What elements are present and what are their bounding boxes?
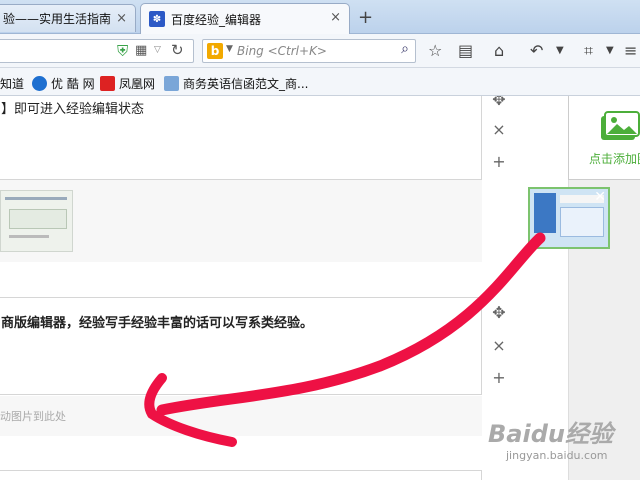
- search-engine-dropdown-icon[interactable]: ▼: [226, 44, 233, 54]
- crop-icon[interactable]: ⌗: [584, 42, 593, 60]
- ifeng-icon: [100, 76, 115, 91]
- baidu-paw-icon: ✽: [149, 11, 165, 27]
- watermark-url: jingyan.baidu.com: [506, 449, 608, 462]
- reading-list-icon[interactable]: ▤: [458, 42, 473, 60]
- image-drop-zone[interactable]: 动图片到此处: [0, 396, 482, 436]
- bookmark-business-english[interactable]: 商务英语信函范文_商...: [164, 75, 308, 92]
- tab-bar: 验——实用生活指南 × ✽ 百度经验_编辑器 × +: [0, 0, 640, 34]
- bookmark-zhidao[interactable]: 知道: [0, 75, 24, 92]
- page-icon: [164, 76, 179, 91]
- step-image-thumbnail[interactable]: [0, 190, 73, 252]
- close-icon[interactable]: ✕: [594, 189, 606, 205]
- delete-step-icon[interactable]: ×: [490, 336, 508, 355]
- bookmarks-bar: 知道 优 酷 网 凤凰网 商务英语信函范文_商...: [0, 68, 640, 96]
- editor-content: 】即可进入经验编辑状态 商版编辑器，经验写手经验丰富的话可以写系类经验。 动图片…: [0, 96, 640, 480]
- tab-close-icon[interactable]: ×: [116, 11, 127, 26]
- add-image-label[interactable]: 点击添加图: [589, 150, 640, 167]
- thumb-panel: [560, 207, 604, 237]
- tab-editor[interactable]: ✽ 百度经验_编辑器 ×: [140, 3, 350, 34]
- editor-steps-pane: 】即可进入经验编辑状态 商版编辑器，经验写手经验丰富的话可以写系类经验。 动图片…: [0, 96, 568, 480]
- step-box-2[interactable]: 商版编辑器，经验写手经验丰富的话可以写系类经验。: [0, 297, 482, 395]
- baidu-watermark: Baidu经验 jingyan.baidu.com: [488, 414, 613, 462]
- home-icon[interactable]: ⌂: [494, 42, 504, 60]
- bookmark-star-icon[interactable]: ☆: [428, 42, 442, 60]
- delete-step-icon[interactable]: ×: [490, 120, 508, 139]
- thumb-line: [5, 197, 67, 200]
- step-text[interactable]: 商版编辑器，经验写手经验丰富的话可以写系类经验。: [1, 312, 313, 331]
- tab-close-icon[interactable]: ×: [330, 10, 341, 25]
- drop-hint: 动图片到此处: [0, 410, 66, 423]
- tab-experience-guide[interactable]: 验——实用生活指南 ×: [0, 4, 136, 32]
- search-bar[interactable]: b ▼ Bing <Ctrl+K> ⌕: [202, 39, 416, 63]
- new-tab-button[interactable]: +: [358, 7, 373, 28]
- add-step-icon[interactable]: +: [490, 368, 508, 387]
- step-text[interactable]: 】即可进入经验编辑状态: [1, 98, 144, 117]
- step-box-1[interactable]: 】即可进入经验编辑状态: [0, 96, 482, 180]
- bing-logo-icon[interactable]: b: [207, 43, 223, 59]
- search-input[interactable]: Bing <Ctrl+K>: [237, 44, 327, 58]
- add-image-icon: [601, 111, 640, 140]
- bookmark-label: 商务英语信函范文_商...: [183, 77, 309, 91]
- step-box-3[interactable]: [0, 470, 482, 480]
- move-step-icon[interactable]: ✥: [490, 96, 508, 109]
- dragged-image[interactable]: ✕: [528, 187, 610, 249]
- bookmark-youku[interactable]: 优 酷 网: [32, 75, 95, 92]
- bookmark-label: 知道: [0, 77, 25, 91]
- shield-icon[interactable]: ⛨: [117, 42, 128, 60]
- crop-dropdown-icon[interactable]: ▼: [606, 42, 614, 60]
- undo-icon[interactable]: ↶: [530, 42, 543, 60]
- reload-icon[interactable]: ↻: [171, 41, 184, 59]
- tab-label: 百度经验_编辑器: [171, 12, 262, 27]
- bookmark-ifeng[interactable]: 凤凰网: [100, 75, 155, 92]
- menu-icon[interactable]: ≡: [624, 42, 637, 60]
- thumb-line: [9, 235, 49, 238]
- move-step-icon[interactable]: ✥: [490, 303, 508, 322]
- add-image-panel[interactable]: 点击添加图: [568, 96, 640, 180]
- qr-code-icon[interactable]: ▦: [135, 43, 147, 58]
- undo-dropdown-icon[interactable]: ▼: [556, 42, 564, 60]
- thumb-panel: [9, 209, 67, 229]
- bookmark-label: 优 酷 网: [51, 77, 95, 91]
- tab-label: 验——实用生活指南: [3, 12, 112, 26]
- thumb-sidebar: [534, 193, 556, 233]
- dropdown-arrow-icon[interactable]: ▽: [154, 45, 161, 55]
- youku-icon: [32, 76, 47, 91]
- url-bar[interactable]: ⛨ ▦ ▽ ↻: [0, 39, 194, 63]
- add-step-icon[interactable]: +: [490, 152, 508, 171]
- search-icon[interactable]: ⌕: [401, 41, 409, 57]
- watermark-brand: Baidu经验: [488, 420, 613, 448]
- bookmark-label: 凤凰网: [119, 77, 156, 91]
- navigation-bar: ⛨ ▦ ▽ ↻ b ▼ Bing <Ctrl+K> ⌕ ☆ ▤ ⌂ ↶ ▼ ⌗ …: [0, 34, 640, 68]
